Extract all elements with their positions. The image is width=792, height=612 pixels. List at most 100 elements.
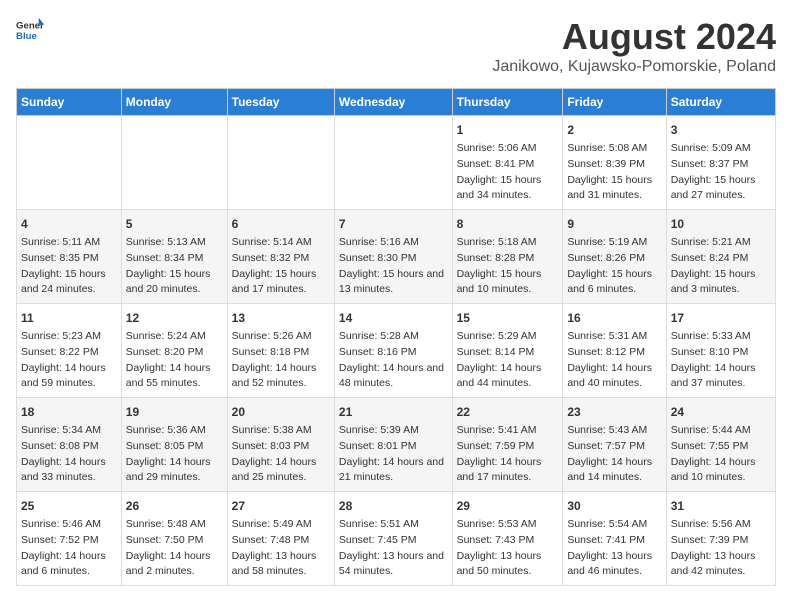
day-info: Sunrise: 5:53 AMSunset: 7:43 PMDaylight:… — [457, 517, 559, 580]
calendar-cell: 3Sunrise: 5:09 AMSunset: 8:37 PMDaylight… — [666, 116, 775, 210]
calendar-cell: 14 Sunrise: 5:28 AMSunset: 8:16 PMDayligh… — [334, 304, 452, 398]
calendar-cell: 7 Sunrise: 5:16 AMSunset: 8:30 PMDaylight… — [334, 210, 452, 304]
day-info: Sunrise: 5:28 AMSunset: 8:16 PMDaylight:… — [339, 329, 448, 392]
calendar-cell: 15 Sunrise: 5:29 AMSunset: 8:14 PMDayligh… — [452, 304, 563, 398]
day-number: 31 — [671, 497, 771, 515]
day-number: 8 — [457, 215, 559, 233]
calendar-cell: 10Sunrise: 5:21 AMSunset: 8:24 PMDayligh… — [666, 210, 775, 304]
day-number: 23 — [567, 403, 661, 421]
day-number: 26 — [126, 497, 223, 515]
day-info: Sunrise: 5:34 AMSunset: 8:08 PMDaylight:… — [21, 423, 117, 486]
day-info: Sunrise: 5:46 AMSunset: 7:52 PMDaylight:… — [21, 517, 117, 580]
logo-icon: General Blue — [16, 16, 44, 44]
day-number: 1 — [457, 121, 559, 139]
calendar-cell — [227, 116, 334, 210]
page-header: General Blue August 2024 Janikowo, Kujaw… — [16, 16, 776, 76]
calendar-cell: 12Sunrise: 5:24 AMSunset: 8:20 PMDayligh… — [121, 304, 227, 398]
calendar-cell: 8 Sunrise: 5:18 AMSunset: 8:28 PMDaylight… — [452, 210, 563, 304]
day-number: 19 — [126, 403, 223, 421]
day-info: Sunrise: 5:51 AMSunset: 7:45 PMDaylight:… — [339, 517, 448, 580]
col-header-monday: Monday — [121, 89, 227, 116]
day-number: 30 — [567, 497, 661, 515]
day-number: 24 — [671, 403, 771, 421]
calendar-cell: 21 Sunrise: 5:39 AMSunset: 8:01 PMDayligh… — [334, 398, 452, 492]
day-info: Sunrise: 5:06 AMSunset: 8:41 PMDaylight:… — [457, 141, 559, 204]
day-number: 21 — [339, 403, 448, 421]
location-subtitle: Janikowo, Kujawsko-Pomorskie, Poland — [492, 58, 776, 76]
day-info: Sunrise: 5:18 AMSunset: 8:28 PMDaylight:… — [457, 235, 559, 298]
title-block: August 2024 Janikowo, Kujawsko-Pomorskie… — [492, 16, 776, 76]
calendar-cell: 24 Sunrise: 5:44 AMSunset: 7:55 PMDayligh… — [666, 398, 775, 492]
calendar-cell: 20Sunrise: 5:38 AMSunset: 8:03 PMDayligh… — [227, 398, 334, 492]
day-info: Sunrise: 5:43 AMSunset: 7:57 PMDaylight:… — [567, 423, 661, 486]
day-number: 22 — [457, 403, 559, 421]
day-info: Sunrise: 5:39 AMSunset: 8:01 PMDaylight:… — [339, 423, 448, 486]
day-number: 27 — [232, 497, 330, 515]
day-info: Sunrise: 5:56 AMSunset: 7:39 PMDaylight:… — [671, 517, 771, 580]
day-info: Sunrise: 5:08 AMSunset: 8:39 PMDaylight:… — [567, 141, 661, 204]
calendar-cell: 1 Sunrise: 5:06 AMSunset: 8:41 PMDaylight… — [452, 116, 563, 210]
day-info: Sunrise: 5:11 AMSunset: 8:35 PMDaylight:… — [21, 235, 117, 298]
day-info: Sunrise: 5:13 AMSunset: 8:34 PMDaylight:… — [126, 235, 223, 298]
calendar-header-row: SundayMondayTuesdayWednesdayThursdayFrid… — [17, 89, 776, 116]
calendar-week-row: 11 Sunrise: 5:23 AMSunset: 8:22 PMDayligh… — [17, 304, 776, 398]
col-header-thursday: Thursday — [452, 89, 563, 116]
day-info: Sunrise: 5:21 AMSunset: 8:24 PMDaylight:… — [671, 235, 771, 298]
calendar-cell — [334, 116, 452, 210]
logo: General Blue — [16, 16, 44, 44]
calendar-week-row: 4 Sunrise: 5:11 AMSunset: 8:35 PMDaylight… — [17, 210, 776, 304]
day-info: Sunrise: 5:29 AMSunset: 8:14 PMDaylight:… — [457, 329, 559, 392]
day-number: 16 — [567, 309, 661, 327]
calendar-cell: 31 Sunrise: 5:56 AMSunset: 7:39 PMDayligh… — [666, 492, 775, 586]
calendar-cell: 5Sunrise: 5:13 AMSunset: 8:34 PMDaylight… — [121, 210, 227, 304]
day-info: Sunrise: 5:44 AMSunset: 7:55 PMDaylight:… — [671, 423, 771, 486]
calendar-cell: 19 Sunrise: 5:36 AMSunset: 8:05 PMDayligh… — [121, 398, 227, 492]
calendar-cell: 13 Sunrise: 5:26 AMSunset: 8:18 PMDayligh… — [227, 304, 334, 398]
calendar-cell: 2Sunrise: 5:08 AMSunset: 8:39 PMDaylight… — [563, 116, 666, 210]
day-number: 13 — [232, 309, 330, 327]
calendar-cell: 26 Sunrise: 5:48 AMSunset: 7:50 PMDayligh… — [121, 492, 227, 586]
day-info: Sunrise: 5:54 AMSunset: 7:41 PMDaylight:… — [567, 517, 661, 580]
day-number: 4 — [21, 215, 117, 233]
day-info: Sunrise: 5:48 AMSunset: 7:50 PMDaylight:… — [126, 517, 223, 580]
day-info: Sunrise: 5:19 AMSunset: 8:26 PMDaylight:… — [567, 235, 661, 298]
calendar-cell: 29 Sunrise: 5:53 AMSunset: 7:43 PMDayligh… — [452, 492, 563, 586]
day-info: Sunrise: 5:23 AMSunset: 8:22 PMDaylight:… — [21, 329, 117, 392]
calendar-week-row: 25 Sunrise: 5:46 AMSunset: 7:52 PMDayligh… — [17, 492, 776, 586]
col-header-friday: Friday — [563, 89, 666, 116]
calendar-cell: 25 Sunrise: 5:46 AMSunset: 7:52 PMDayligh… — [17, 492, 122, 586]
day-number: 11 — [21, 309, 117, 327]
main-title: August 2024 — [492, 16, 776, 58]
day-number: 29 — [457, 497, 559, 515]
calendar-week-row: 1 Sunrise: 5:06 AMSunset: 8:41 PMDaylight… — [17, 116, 776, 210]
day-info: Sunrise: 5:14 AMSunset: 8:32 PMDaylight:… — [232, 235, 330, 298]
day-number: 9 — [567, 215, 661, 233]
calendar-week-row: 18Sunrise: 5:34 AMSunset: 8:08 PMDayligh… — [17, 398, 776, 492]
day-info: Sunrise: 5:16 AMSunset: 8:30 PMDaylight:… — [339, 235, 448, 298]
day-number: 17 — [671, 309, 771, 327]
day-number: 20 — [232, 403, 330, 421]
day-info: Sunrise: 5:31 AMSunset: 8:12 PMDaylight:… — [567, 329, 661, 392]
day-info: Sunrise: 5:26 AMSunset: 8:18 PMDaylight:… — [232, 329, 330, 392]
calendar-cell: 16 Sunrise: 5:31 AMSunset: 8:12 PMDayligh… — [563, 304, 666, 398]
calendar-cell: 30 Sunrise: 5:54 AMSunset: 7:41 PMDayligh… — [563, 492, 666, 586]
calendar-cell: 11 Sunrise: 5:23 AMSunset: 8:22 PMDayligh… — [17, 304, 122, 398]
day-info: Sunrise: 5:33 AMSunset: 8:10 PMDaylight:… — [671, 329, 771, 392]
day-number: 15 — [457, 309, 559, 327]
calendar-cell: 18Sunrise: 5:34 AMSunset: 8:08 PMDayligh… — [17, 398, 122, 492]
day-number: 14 — [339, 309, 448, 327]
calendar-cell — [17, 116, 122, 210]
day-info: Sunrise: 5:41 AMSunset: 7:59 PMDaylight:… — [457, 423, 559, 486]
day-number: 25 — [21, 497, 117, 515]
col-header-saturday: Saturday — [666, 89, 775, 116]
day-number: 28 — [339, 497, 448, 515]
calendar-cell: 22 Sunrise: 5:41 AMSunset: 7:59 PMDayligh… — [452, 398, 563, 492]
calendar-cell: 27Sunrise: 5:49 AMSunset: 7:48 PMDayligh… — [227, 492, 334, 586]
col-header-tuesday: Tuesday — [227, 89, 334, 116]
day-number: 6 — [232, 215, 330, 233]
day-number: 7 — [339, 215, 448, 233]
day-info: Sunrise: 5:24 AMSunset: 8:20 PMDaylight:… — [126, 329, 223, 392]
day-info: Sunrise: 5:36 AMSunset: 8:05 PMDaylight:… — [126, 423, 223, 486]
day-number: 3 — [671, 121, 771, 139]
calendar-table: SundayMondayTuesdayWednesdayThursdayFrid… — [16, 88, 776, 586]
